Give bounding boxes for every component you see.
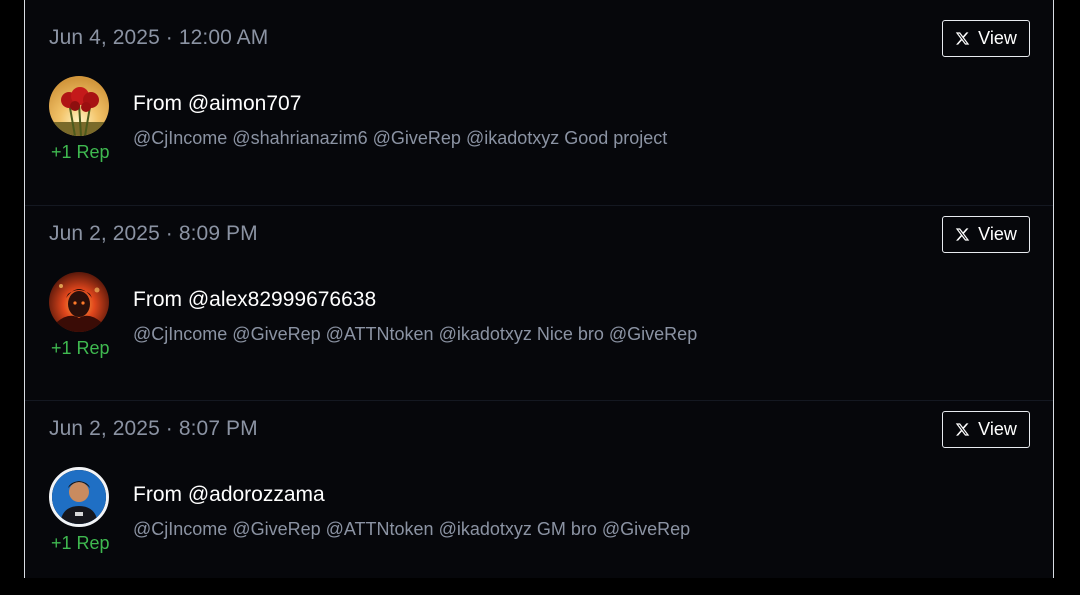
- entry-date: Jun 2, 2025 · 8:09 PM: [49, 222, 258, 245]
- avatar[interactable]: [49, 272, 109, 332]
- view-label: View: [978, 224, 1017, 244]
- avatar-image: [49, 76, 109, 136]
- x-logo-icon: [955, 228, 970, 241]
- rep-badge: +1 Rep: [51, 142, 110, 162]
- reputation-feed: Jun 4, 2025 · 12:00 AM View +1 Rep From …: [24, 0, 1054, 578]
- avatar-image: [49, 272, 109, 332]
- from-user[interactable]: From @adorozzama: [133, 483, 325, 507]
- view-on-x-button[interactable]: View: [942, 411, 1030, 448]
- message-text: @CjIncome @GiveRep @ATTNtoken @ikadotxyz…: [133, 324, 698, 344]
- view-on-x-button[interactable]: View: [942, 216, 1030, 253]
- view-label: View: [978, 28, 1017, 48]
- message-text: @CjIncome @shahrianazim6 @GiveRep @ikado…: [133, 128, 668, 148]
- entry-date: Jun 2, 2025 · 8:07 PM: [49, 417, 258, 440]
- x-logo-icon: [955, 32, 970, 45]
- from-user[interactable]: From @alex82999676638: [133, 288, 376, 312]
- view-on-x-button[interactable]: View: [942, 20, 1030, 57]
- message-text: @CjIncome @GiveRep @ATTNtoken @ikadotxyz…: [133, 519, 691, 539]
- rep-entry: Jun 4, 2025 · 12:00 AM View +1 Rep From …: [25, 10, 1053, 205]
- avatar-image: [52, 470, 106, 524]
- rep-badge: +1 Rep: [51, 533, 110, 553]
- avatar[interactable]: [49, 76, 109, 136]
- entry-date: Jun 4, 2025 · 12:00 AM: [49, 26, 269, 49]
- view-label: View: [978, 419, 1017, 439]
- rep-entry: Jun 2, 2025 · 8:09 PM View +1 Rep From @…: [25, 205, 1053, 400]
- rep-badge: +1 Rep: [51, 338, 110, 358]
- avatar[interactable]: [49, 467, 109, 527]
- x-logo-icon: [955, 423, 970, 436]
- from-user[interactable]: From @aimon707: [133, 92, 301, 116]
- rep-entry: Jun 2, 2025 · 8:07 PM View +1 Rep From @…: [25, 400, 1053, 595]
